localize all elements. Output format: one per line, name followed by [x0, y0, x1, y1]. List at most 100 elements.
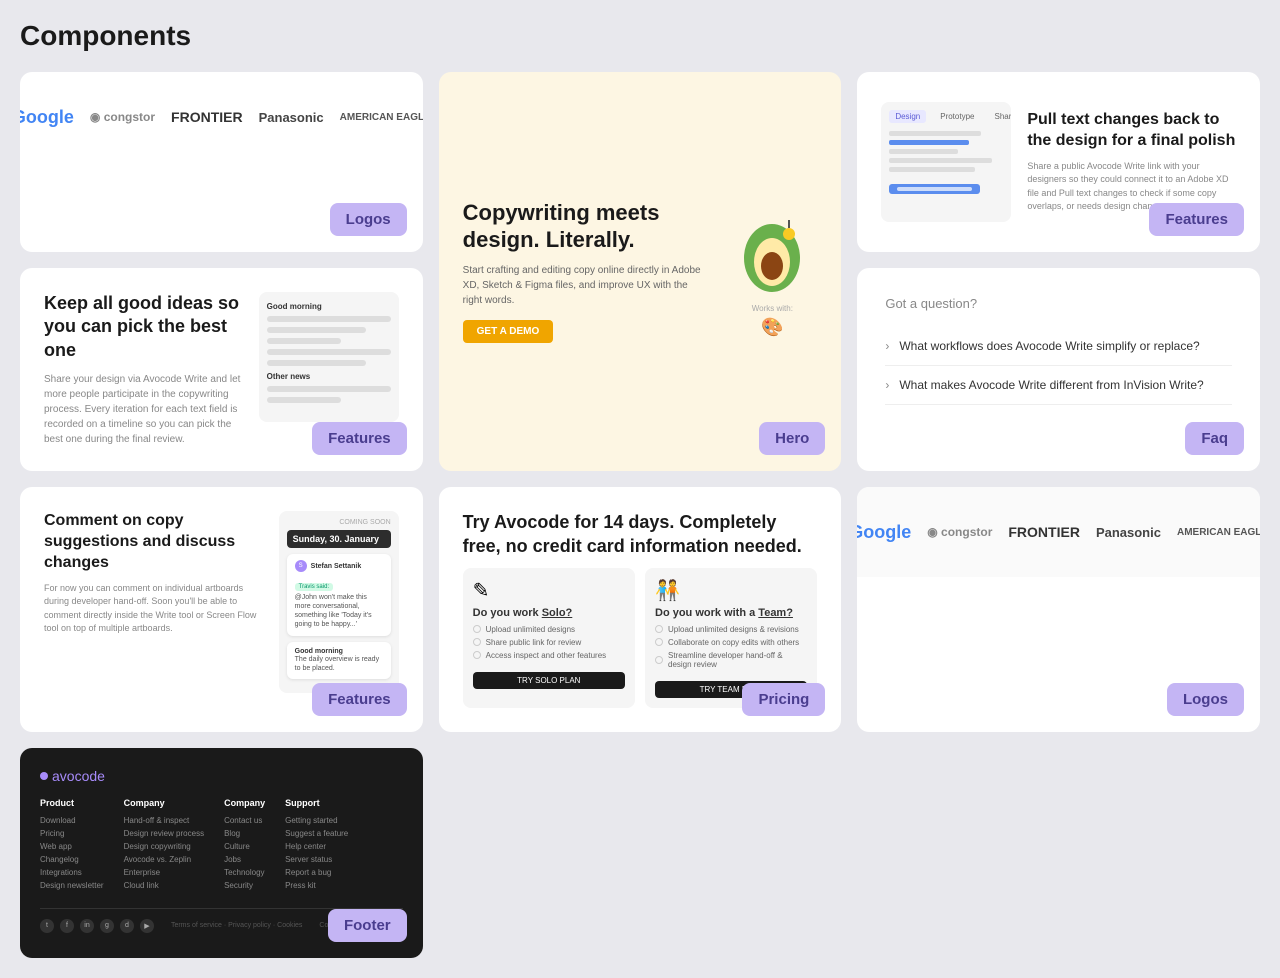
- footer-col-support-heading: Support: [285, 798, 348, 808]
- footer-col-company1: Company Hand-off & inspect Design review…: [124, 798, 204, 894]
- plan-team-feature-1: Upload unlimited designs & revisions: [655, 625, 807, 634]
- logos2-badge: Logos: [1167, 683, 1244, 716]
- logos2-container: Google ◉ congstor FRONTIER Panasonic AME…: [857, 487, 1260, 577]
- footer-link-newsletter[interactable]: Design newsletter: [40, 881, 104, 890]
- plan-solo-button[interactable]: TRY SOLO PLAN: [473, 672, 625, 689]
- logo-panasonic: Panasonic: [259, 110, 324, 125]
- footer-link-vs-zeplin[interactable]: Avocode vs. Zeplin: [124, 855, 204, 864]
- footer-link-enterprise[interactable]: Enterprise: [124, 868, 204, 877]
- footer-link-status[interactable]: Server status: [285, 855, 348, 864]
- footer-link-changelog[interactable]: Changelog: [40, 855, 104, 864]
- footer-link-blog[interactable]: Blog: [224, 829, 265, 838]
- footer-link-suggest[interactable]: Suggest a feature: [285, 829, 348, 838]
- card-features-comment[interactable]: Comment on copy suggestions and discuss …: [20, 487, 423, 732]
- faq-heading: Got a question?: [885, 296, 1232, 311]
- features-comment-description: For now you can comment on individual ar…: [44, 582, 267, 636]
- card-features-ideas[interactable]: Keep all good ideas so you can pick the …: [20, 268, 423, 471]
- works-with-label: Works with:: [752, 304, 793, 313]
- plan-team-check-2: [655, 638, 663, 646]
- logo2-frontier: FRONTIER: [1008, 524, 1080, 540]
- logo2-american-eagle: AMERICAN EAGLE: [1177, 527, 1260, 538]
- footer-link-security[interactable]: Security: [224, 881, 265, 890]
- footer-link-report[interactable]: Report a bug: [285, 868, 348, 877]
- works-with-icons: 🎨: [761, 317, 783, 338]
- faq-badge: Faq: [1185, 422, 1244, 455]
- footer-link-culture[interactable]: Culture: [224, 842, 265, 851]
- features-comment-text: Comment on copy suggestions and discuss …: [44, 511, 267, 635]
- plan-solo-check-3: [473, 651, 481, 659]
- footer-col-support: Support Getting started Suggest a featur…: [285, 798, 348, 894]
- social-github[interactable]: g: [100, 919, 114, 933]
- features-ideas-description: Share your design via Avocode Write and …: [44, 372, 247, 447]
- footer-link-webapp[interactable]: Web app: [40, 842, 104, 851]
- plan-team-title: Do you work with a Team?: [655, 607, 807, 619]
- comment-text: @John won't make this more conversationa…: [295, 593, 383, 629]
- plan-team-icon: 🧑‍🤝‍🧑: [655, 578, 807, 603]
- logo2-panasonic: Panasonic: [1096, 525, 1161, 540]
- card-faq[interactable]: Got a question? › What workflows does Av…: [857, 268, 1260, 471]
- faq-chevron-1: ›: [885, 339, 889, 353]
- features-comment-preview: COMING SOON Sunday, 30. January S Stefan…: [279, 511, 399, 693]
- social-dribbble[interactable]: d: [120, 919, 134, 933]
- footer-logo-dot: [40, 772, 48, 780]
- footer-link-contact[interactable]: Contact us: [224, 816, 265, 825]
- hero-heading: Copywriting meets design. Literally.: [463, 200, 708, 253]
- footer-col-company1-heading: Company: [124, 798, 204, 808]
- plan-solo-feature-2: Share public link for review: [473, 638, 625, 647]
- footer-col-company2-heading: Company: [224, 798, 265, 808]
- footer-link-design-copy[interactable]: Design copywriting: [124, 842, 204, 851]
- plan-solo-check-2: [473, 638, 481, 646]
- footer-link-download[interactable]: Download: [40, 816, 104, 825]
- logos-badge: Logos: [330, 203, 407, 236]
- card-features-pull[interactable]: Design Prototype Share Pull text changes…: [857, 72, 1260, 252]
- hero-badge: Hero: [759, 422, 825, 455]
- faq-chevron-2: ›: [885, 378, 889, 392]
- footer-link-technology[interactable]: Technology: [224, 868, 265, 877]
- card-footer[interactable]: avocode Product Download Pricing Web app…: [20, 748, 423, 958]
- card-logos[interactable]: Google ◉ congstor FRONTIER Panasonic AME…: [20, 72, 423, 252]
- faq-item-1[interactable]: › What workflows does Avocode Write simp…: [885, 327, 1232, 366]
- faq-item-2[interactable]: › What makes Avocode Write different fro…: [885, 366, 1232, 405]
- features-pull-badge: Features: [1149, 203, 1244, 236]
- features-pull-text: Pull text changes back to the design for…: [1027, 110, 1236, 214]
- faq-text-1: What workflows does Avocode Write simpli…: [899, 339, 1232, 353]
- social-youtube[interactable]: ▶: [140, 919, 154, 933]
- footer-link-help[interactable]: Help center: [285, 842, 348, 851]
- social-facebook[interactable]: f: [60, 919, 74, 933]
- footer-link-handoff[interactable]: Hand-off & inspect: [124, 816, 204, 825]
- social-twitter[interactable]: t: [40, 919, 54, 933]
- footer-link-press[interactable]: Press kit: [285, 881, 348, 890]
- hero-avocado-icon: [727, 206, 817, 296]
- logo-congstor: ◉ congstor: [90, 110, 155, 124]
- comment-reply-name: Good morning: [295, 648, 383, 655]
- plan-team-feature-2: Collaborate on copy edits with others: [655, 638, 807, 647]
- hero-cta-button[interactable]: GET A DEMO: [463, 320, 554, 343]
- card-pricing[interactable]: Try Avocode for 14 days. Completely free…: [439, 487, 842, 732]
- footer-link-cloud[interactable]: Cloud link: [124, 881, 204, 890]
- card-hero[interactable]: Copywriting meets design. Literally. Sta…: [439, 72, 842, 471]
- card-logos-2[interactable]: Google ◉ congstor FRONTIER Panasonic AME…: [857, 487, 1260, 732]
- footer-col-company2: Company Contact us Blog Culture Jobs Tec…: [224, 798, 265, 894]
- plan-team-check-3: [655, 656, 663, 664]
- footer-col-product-heading: Product: [40, 798, 104, 808]
- footer-badge: Footer: [328, 909, 407, 942]
- features-pull-preview: Design Prototype Share: [881, 102, 1011, 222]
- faq-text-2: What makes Avocode Write different from …: [899, 378, 1232, 392]
- footer-legal: Terms of service · Privacy policy · Cook…: [171, 922, 302, 929]
- pricing-heading: Try Avocode for 14 days. Completely free…: [463, 511, 818, 558]
- design-tab-share: Share: [988, 110, 1011, 123]
- faq-inner: Got a question? › What workflows does Av…: [857, 268, 1260, 433]
- footer-link-jobs[interactable]: Jobs: [224, 855, 265, 864]
- footer-link-getting-started[interactable]: Getting started: [285, 816, 348, 825]
- footer-link-design-review[interactable]: Design review process: [124, 829, 204, 838]
- footer-link-pricing[interactable]: Pricing: [40, 829, 104, 838]
- social-instagram[interactable]: in: [80, 919, 94, 933]
- footer-link-integrations[interactable]: Integrations: [40, 868, 104, 877]
- comment-label: Travis said:: [295, 583, 333, 591]
- logo2-congstor: ◉ congstor: [927, 525, 992, 539]
- pricing-badge: Pricing: [742, 683, 825, 716]
- plan-solo-feature-3: Access inspect and other features: [473, 651, 625, 660]
- features-ideas-preview: Good morning Other news: [259, 292, 399, 422]
- features-comment-heading: Comment on copy suggestions and discuss …: [44, 511, 267, 573]
- comment-bubble-1: S Stefan Settanik Travis said: @John won…: [287, 554, 391, 635]
